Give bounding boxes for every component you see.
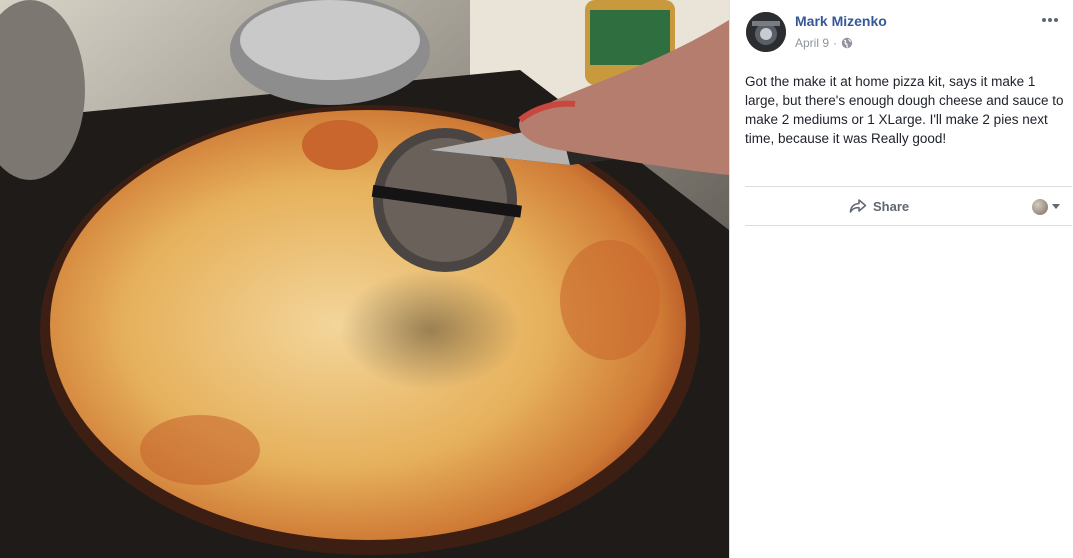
pizza-photo <box>0 0 729 558</box>
reactor-menu[interactable] <box>1032 199 1060 215</box>
share-arrow-icon <box>849 198 867 214</box>
avatar-image <box>746 12 786 52</box>
post-body: Got the make it at home pizza kit, says … <box>745 74 1064 146</box>
share-button[interactable]: Share <box>849 198 909 214</box>
post-photo[interactable] <box>0 0 729 558</box>
share-label: Share <box>873 198 910 214</box>
post-actions-bar: Share <box>745 186 1072 226</box>
author-name[interactable]: Mark Mizenko <box>795 13 887 29</box>
post-panel: Mark Mizenko April 9 · Got the make it a… <box>729 0 1073 558</box>
author-avatar[interactable] <box>746 12 786 52</box>
post-meta: April 9 · <box>795 36 853 50</box>
meta-separator: · <box>833 36 838 50</box>
post-date[interactable]: April 9 <box>795 36 829 50</box>
caret-down-icon <box>1052 204 1060 210</box>
more-options-icon[interactable] <box>1039 10 1061 30</box>
reactor-avatar <box>1032 199 1048 215</box>
globe-icon[interactable] <box>841 37 853 49</box>
